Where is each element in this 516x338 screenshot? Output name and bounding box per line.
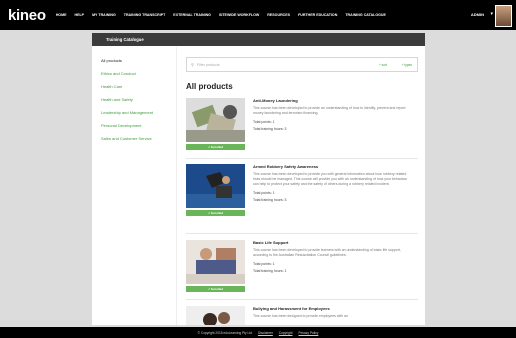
avatar[interactable] bbox=[495, 5, 512, 27]
nav-item-training-catalogue[interactable]: TRAINING CATALOGUE bbox=[345, 13, 386, 17]
privacy-policy-link[interactable]: Privacy Policy bbox=[298, 331, 318, 335]
course-title[interactable]: Armed Robbery Safety Awareness bbox=[253, 164, 413, 169]
course-title[interactable]: Basic Life Support bbox=[253, 240, 413, 245]
course-info: Basic Life Support This course has been … bbox=[253, 240, 413, 276]
course-description: This course has been developed to provid… bbox=[253, 172, 408, 186]
disclaimer-link[interactable]: Disclaimer bbox=[258, 331, 273, 335]
course-info: Bullying and Harassment for Employees Th… bbox=[253, 306, 413, 323]
products-main: ⚲ Filter products + sort + types All pro… bbox=[186, 57, 418, 91]
column-divider bbox=[176, 47, 177, 325]
nav-item-resources[interactable]: RESOURCES bbox=[267, 13, 290, 17]
course-thumbnail[interactable] bbox=[186, 306, 245, 325]
search-box[interactable]: ⚲ Filter products + sort + types bbox=[186, 57, 418, 72]
card-title: Training Catalogue bbox=[106, 37, 144, 42]
row-divider bbox=[186, 158, 418, 159]
course-title[interactable]: Anti-Money Laundering bbox=[253, 98, 413, 103]
nav-item-further-education[interactable]: FURTHER EDUCATION bbox=[298, 13, 337, 17]
nav-item-training-transcript[interactable]: TRAINING TRANSCRIPT bbox=[124, 13, 166, 17]
sidebar-item-sales[interactable]: Sales and Customer Service bbox=[101, 136, 173, 141]
types-link[interactable]: + types bbox=[402, 63, 412, 67]
course-thumbnail[interactable] bbox=[186, 164, 245, 208]
course-description: This course has been developed to provid… bbox=[253, 106, 406, 115]
course-description: This course has been developed to provid… bbox=[253, 248, 401, 257]
course-title[interactable]: Bullying and Harassment for Employees bbox=[253, 306, 413, 311]
sidebar-item-leadership[interactable]: Leadership and Management bbox=[101, 110, 173, 115]
enrolled-button[interactable]: ✓ Enrolled bbox=[186, 286, 245, 292]
row-divider bbox=[186, 233, 418, 234]
category-sidebar: All products Ethics and Conduct Health C… bbox=[101, 58, 173, 149]
course-points: Total points: 1 bbox=[253, 261, 275, 266]
copyright-text: © Copyright 2018 eduLearning Pty Ltd bbox=[197, 330, 252, 335]
course-info: Armed Robbery Safety Awareness This cour… bbox=[253, 164, 413, 205]
list-item: Bullying and Harassment for Employees Th… bbox=[186, 306, 418, 325]
sidebar-item-health-care[interactable]: Health Care bbox=[101, 84, 173, 89]
search-icon: ⚲ bbox=[191, 62, 194, 67]
course-thumbnail[interactable] bbox=[186, 240, 245, 284]
course-hours: Total training hours: 3 bbox=[253, 197, 287, 202]
course-points: Total points: 1 bbox=[253, 190, 275, 195]
sidebar-item-health-safety[interactable]: Health and Safety bbox=[101, 97, 173, 102]
nav-item-sitewide-workflow[interactable]: SITEWIDE WORKFLOW bbox=[219, 13, 259, 17]
course-description: This course has been designed to provide… bbox=[253, 314, 348, 318]
course-info: Anti-Money Laundering This course has be… bbox=[253, 98, 413, 134]
course-hours: Total training hours: 3 bbox=[253, 126, 287, 131]
nav-item-help[interactable]: HELP bbox=[74, 13, 84, 17]
copyright-link[interactable]: Copyright bbox=[279, 331, 293, 335]
course-hours: Total training hours: 1 bbox=[253, 268, 287, 273]
page-footer: © Copyright 2018 eduLearning Pty Ltd Dis… bbox=[0, 327, 516, 338]
enrolled-button[interactable]: ✓ Enrolled bbox=[186, 210, 245, 216]
enrolled-button[interactable]: ✓ Enrolled bbox=[186, 144, 245, 150]
row-divider bbox=[186, 299, 418, 300]
kineo-logo[interactable]: kineo bbox=[8, 7, 46, 24]
page-title: All products bbox=[186, 82, 233, 91]
nav-item-home[interactable]: HOME bbox=[56, 13, 67, 17]
sidebar-item-all-products[interactable]: All products bbox=[101, 58, 173, 63]
chevron-down-icon[interactable]: ▾ bbox=[490, 11, 493, 17]
course-thumbnail[interactable] bbox=[186, 98, 245, 142]
nav-item-my-training[interactable]: MY TRAINING bbox=[92, 13, 116, 17]
sort-link[interactable]: + sort bbox=[379, 63, 387, 67]
card-header: Training Catalogue bbox=[92, 33, 425, 46]
course-points: Total points: 1 bbox=[253, 119, 275, 124]
main-nav: HOME HELP MY TRAINING TRAINING TRANSCRIP… bbox=[56, 13, 386, 17]
sidebar-item-ethics[interactable]: Ethics and Conduct bbox=[101, 71, 173, 76]
top-navigation-bar: kineo HOME HELP MY TRAINING TRAINING TRA… bbox=[0, 0, 516, 30]
training-catalogue-card: Training Catalogue All products Ethics a… bbox=[92, 33, 425, 325]
user-menu-label[interactable]: ADMIN bbox=[471, 12, 484, 17]
search-input[interactable]: Filter products bbox=[197, 63, 220, 67]
nav-item-external-training[interactable]: EXTERNAL TRAINING bbox=[173, 13, 211, 17]
sidebar-item-personal-development[interactable]: Personal Development bbox=[101, 123, 173, 128]
